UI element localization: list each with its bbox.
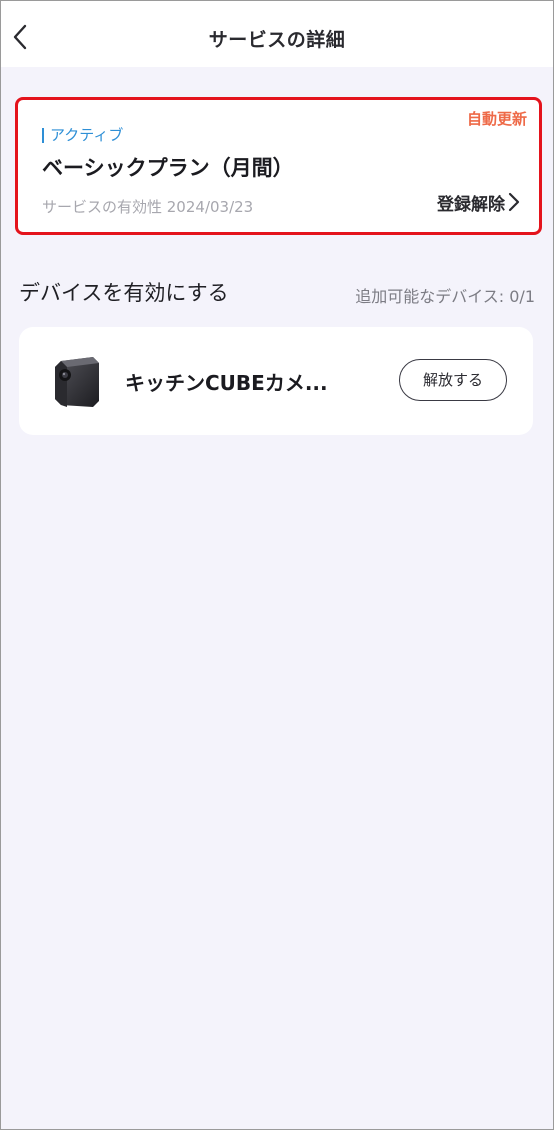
cube-camera-icon bbox=[55, 357, 99, 407]
device-name: キッチンCUBEカメ... bbox=[125, 371, 328, 395]
device-count: 追加可能なデバイス: 0/1 bbox=[355, 287, 535, 306]
plan-name: ベーシックプラン（月間） bbox=[42, 156, 294, 180]
release-button[interactable]: 解放する bbox=[399, 359, 507, 401]
auto-renew-badge: 自動更新 bbox=[466, 110, 527, 128]
status-label: アクティブ bbox=[42, 128, 123, 143]
device-card: キッチンCUBEカメ... 解放する bbox=[19, 327, 533, 435]
chevron-right-icon[interactable] bbox=[507, 192, 521, 212]
header-bar: サービスの詳細 bbox=[1, 1, 553, 67]
plan-card: 自動更新 アクティブ ベーシックプラン（月間） サービスの有効性 2024/03… bbox=[15, 97, 542, 235]
unsubscribe-link[interactable]: 登録解除 bbox=[437, 190, 505, 215]
section-title: デバイスを有効にする bbox=[19, 281, 229, 305]
validity-text: サービスの有効性 2024/03/23 bbox=[42, 198, 254, 216]
page-title: サービスの詳細 bbox=[208, 29, 346, 51]
